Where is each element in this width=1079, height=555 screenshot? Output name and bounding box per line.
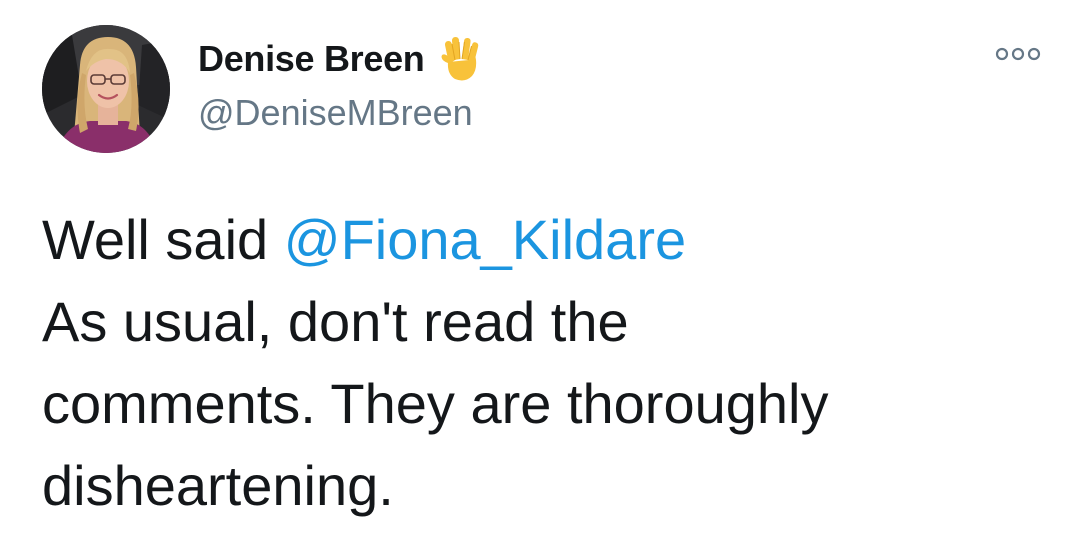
vulcan-salute-icon [439, 36, 483, 82]
tweet-line-1: Well said @Fiona_Kildare [42, 199, 1042, 281]
more-options-button[interactable] [988, 36, 1048, 72]
profile-photo-icon [42, 25, 170, 153]
tweet-line-2: As usual, don't read the [42, 290, 629, 353]
mention-link[interactable]: @Fiona_Kildare [284, 208, 686, 271]
author-handle[interactable]: @DeniseMBreen [198, 92, 473, 134]
tweet-line-3: comments. They are thoroughly [42, 372, 829, 435]
tweet-card: Denise Breen @DeniseMBreen Well said @Fi… [0, 0, 1079, 555]
tweet-text: Well said @Fiona_Kildare As usual, don't… [42, 199, 1042, 527]
author-name-row: Denise Breen [198, 36, 483, 82]
tweet-line-4: disheartening. [42, 454, 394, 517]
tweet-text-prefix: Well said [42, 208, 284, 271]
avatar[interactable] [42, 25, 170, 153]
more-options-icon [995, 47, 1041, 61]
author-display-name[interactable]: Denise Breen [198, 38, 425, 80]
